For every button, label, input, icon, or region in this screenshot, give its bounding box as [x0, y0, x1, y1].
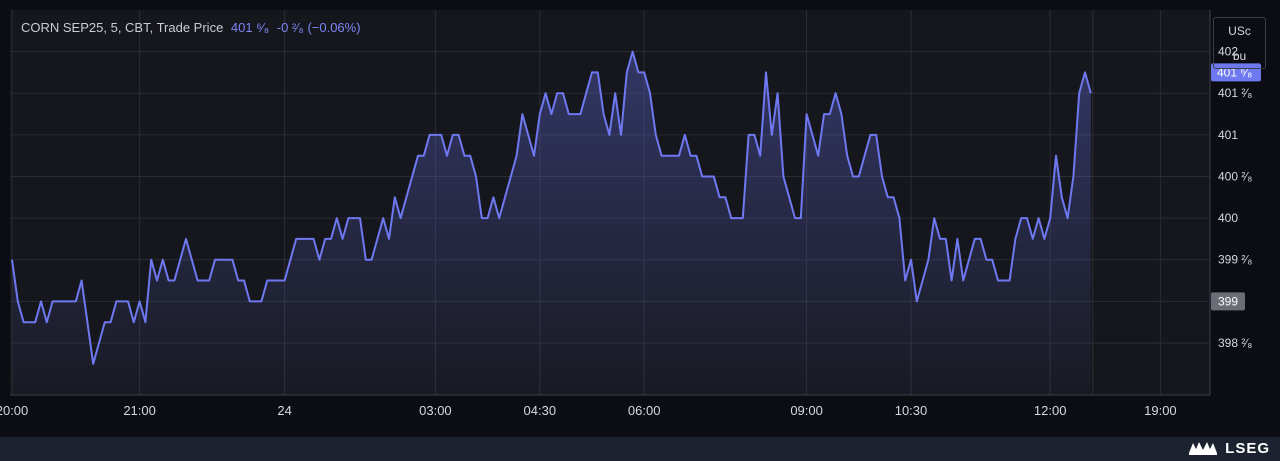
price-chart[interactable]: 398 ²⁄₈399399 ²⁄₈400400 ²⁄₈401401 ²⁄₈402…: [0, 0, 1280, 437]
brand-name: LSEG: [1225, 439, 1270, 457]
x-tick-label: 03:00: [419, 403, 452, 418]
reference-price-label: 399: [1218, 294, 1238, 308]
x-tick-label: 04:30: [524, 403, 557, 418]
y-tick-label: 401: [1218, 128, 1238, 142]
y-tick-label: 401 ²⁄₈: [1218, 86, 1252, 100]
x-tick-label: 19:00: [1144, 403, 1177, 418]
last-price: 401 ⁶⁄₈: [230, 20, 270, 35]
y-tick-label: 400: [1218, 211, 1238, 225]
brand-logo: LSEG: [1187, 439, 1270, 457]
x-tick-label: 21:00: [123, 403, 156, 418]
unit-measure: bu: [1232, 49, 1247, 63]
y-tick-label: 399 ²⁄₈: [1218, 253, 1252, 267]
price-change: -0 ²⁄₈ (−0.06%): [276, 20, 361, 35]
unit-selector[interactable]: USc bu: [1213, 17, 1266, 69]
x-tick-label: 10:30: [895, 403, 928, 418]
footer-bar: LSEG: [0, 437, 1280, 461]
chart-legend: CORN SEP25, 5, CBT, Trade Price 401 ⁶⁄₈ …: [21, 20, 361, 35]
symbol-label: CORN SEP25, 5, CBT, Trade Price: [21, 20, 224, 35]
x-tick-label: 06:00: [628, 403, 661, 418]
x-tick-label: 20:00: [0, 403, 28, 418]
lseg-emblem-icon: [1189, 442, 1218, 455]
y-tick-label: 398 ²⁄₈: [1218, 336, 1252, 350]
x-tick-label: 09:00: [790, 403, 823, 418]
y-tick-label: 400 ²⁄₈: [1218, 169, 1252, 183]
unit-currency: USc: [1228, 24, 1251, 38]
x-tick-label: 12:00: [1034, 403, 1067, 418]
x-tick-label: 24: [277, 403, 291, 418]
chart-window: 398 ²⁄₈399399 ²⁄₈400400 ²⁄₈401401 ²⁄₈402…: [0, 0, 1280, 461]
